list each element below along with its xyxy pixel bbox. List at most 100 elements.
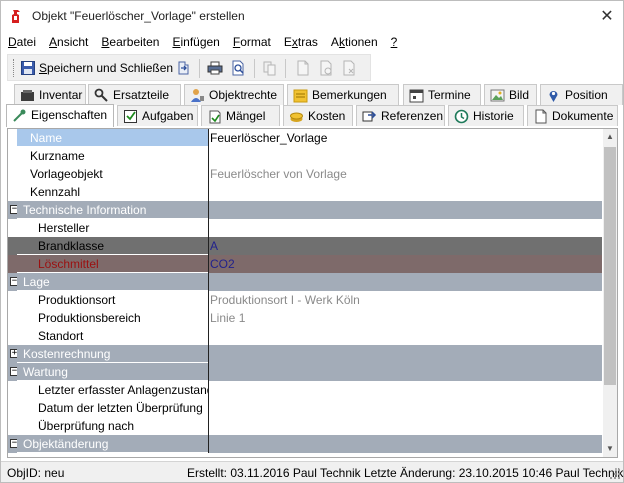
column-divider[interactable] [208, 165, 209, 183]
property-row-standort[interactable]: Standort [8, 327, 602, 345]
toolbar-grip[interactable] [13, 59, 16, 77]
menu-extras[interactable]: Extras [284, 35, 318, 49]
column-divider[interactable] [208, 129, 209, 147]
property-row-vorlageobjekt[interactable]: Vorlageobjekt Feuerlöscher von Vorlage [8, 165, 602, 183]
property-name: Letzter erfasster Anlagenzustand [17, 381, 208, 399]
column-divider[interactable] [208, 363, 209, 381]
tab-row-1: Inventar Ersatzteile Objektrechte Bemerkung… [1, 84, 623, 105]
property-value[interactable]: Feuerlöscher_Vorlage [209, 129, 602, 147]
tab-aufgaben[interactable]: Aufgaben [117, 105, 198, 126]
vertical-scrollbar[interactable]: ▲ ▼ [603, 129, 617, 457]
menu-format[interactable]: Format [233, 35, 271, 49]
property-row-datum-der-letzten-uberprufung[interactable]: Datum der letzten Überprüfung [8, 399, 602, 417]
tab-eigenschaften[interactable]: Eigenschaften [6, 104, 114, 127]
tab-bild[interactable]: Bild [484, 84, 537, 105]
scroll-down-arrow-icon[interactable]: ▼ [603, 441, 617, 457]
property-value[interactable] [209, 417, 602, 435]
column-divider[interactable] [208, 309, 209, 327]
column-divider[interactable] [208, 237, 209, 255]
tab-referenzen[interactable]: Referenzen [356, 105, 445, 126]
property-row-brandklasse[interactable]: Brandklasse A [8, 237, 602, 255]
category-row-kostenrechnung[interactable]: + Kostenrechnung [8, 345, 602, 363]
new-disabled-icon[interactable] [295, 60, 311, 76]
print-preview-icon[interactable] [230, 60, 246, 76]
category-value-cell [209, 363, 602, 381]
save-and-close-label: peichern und Schließen [47, 61, 174, 75]
tab-label: Dokumente [552, 109, 614, 123]
copy-disabled-icon[interactable] [262, 60, 278, 76]
column-divider[interactable] [208, 219, 209, 237]
column-divider[interactable] [208, 435, 209, 453]
property-value[interactable] [209, 399, 602, 417]
tab-inventar[interactable]: Inventar [14, 84, 86, 105]
property-row-loschmittel[interactable]: Löschmittel CO2 [8, 255, 602, 273]
property-value[interactable]: Linie 1 [209, 309, 602, 327]
column-divider[interactable] [208, 255, 209, 273]
properties-icon [13, 109, 26, 122]
category-row-wartung[interactable]: − Wartung [8, 363, 602, 381]
column-divider[interactable] [208, 399, 209, 417]
column-divider[interactable] [208, 381, 209, 399]
tab-mangel[interactable]: Mängel [201, 105, 280, 126]
category-row-lage[interactable]: − Lage [8, 273, 602, 291]
resize-grip-icon[interactable] [609, 468, 621, 480]
tab-historie[interactable]: Historie [448, 105, 524, 126]
tab-termine[interactable]: Termine [403, 84, 481, 105]
scroll-thumb[interactable] [604, 147, 616, 385]
menu-help[interactable]: ? [391, 35, 398, 49]
document-icon [535, 109, 547, 124]
column-divider[interactable] [208, 201, 209, 219]
tab-objektrechte[interactable]: Objektrechte [184, 84, 284, 105]
property-row-kennzahl[interactable]: Kennzahl [8, 183, 602, 201]
column-divider[interactable] [208, 417, 209, 435]
property-value[interactable] [209, 219, 602, 237]
property-row-hersteller[interactable]: Hersteller [8, 219, 602, 237]
tab-label: Kosten [308, 109, 346, 123]
menu-ansicht[interactable]: Ansicht [49, 35, 88, 49]
scroll-up-arrow-icon[interactable]: ▲ [603, 129, 617, 145]
property-value[interactable] [209, 147, 602, 165]
column-divider[interactable] [208, 273, 209, 291]
property-row-uberprufung-nach[interactable]: Überprüfung nach [8, 417, 602, 435]
export-icon[interactable] [176, 60, 192, 76]
property-value[interactable] [209, 327, 602, 345]
close-icon[interactable]: ✕ [595, 7, 619, 27]
property-value[interactable]: Produktionsort I - Werk Köln [209, 291, 602, 309]
menu-aktionen[interactable]: Aktionen [331, 35, 378, 49]
property-row-produktionsbereich[interactable]: Produktionsbereich Linie 1 [8, 309, 602, 327]
print-icon[interactable] [207, 60, 223, 76]
property-row-name[interactable]: Name Feuerlöscher_Vorlage [8, 129, 602, 147]
tab-bemerkungen[interactable]: Bemerkungen [287, 84, 399, 105]
tab-position[interactable]: Position [540, 84, 623, 105]
property-value[interactable]: Feuerlöscher von Vorlage [209, 165, 602, 183]
property-value[interactable] [209, 183, 602, 201]
category-row-objektanderung[interactable]: − Objektänderung [8, 435, 602, 453]
category-row-technische-information[interactable]: − Technische Information [8, 201, 602, 219]
menu-datei[interactable]: Datei [8, 35, 36, 49]
property-row-produktionsort[interactable]: Produktionsort Produktionsort I - Werk Kö… [8, 291, 602, 309]
tab-label: Inventar [39, 88, 83, 102]
column-divider[interactable] [208, 147, 209, 165]
change-info-status: Erstellt: 03.11.2016 Paul Technik Letzte… [187, 466, 624, 480]
property-row-kurzname[interactable]: Kurzname [8, 147, 602, 165]
column-divider[interactable] [208, 183, 209, 201]
delete-disabled-icon[interactable] [341, 60, 357, 76]
property-value[interactable]: CO2 [209, 255, 602, 273]
column-divider[interactable] [208, 345, 209, 363]
tab-label: Bemerkungen [312, 88, 387, 102]
property-row-letzter-erfasster-anlagenzustand[interactable]: Letzter erfasster Anlagenzustand [8, 381, 602, 399]
column-divider[interactable] [208, 327, 209, 345]
tab-dokumente[interactable]: Dokumente [527, 105, 618, 126]
tab-ersatzteile[interactable]: Ersatzteile [88, 84, 181, 105]
row-gutter [8, 327, 17, 345]
tab-kosten[interactable]: Kosten [283, 105, 353, 126]
save-and-close-button[interactable]: Speichern und Schließen [39, 61, 173, 75]
menu-einfugen[interactable]: Einfügen [172, 35, 219, 49]
window-title: Objekt "Feuerlöscher_Vorlage" erstellen [32, 9, 245, 23]
column-divider[interactable] [208, 291, 209, 309]
save-disk-icon[interactable] [21, 61, 35, 75]
refresh-disabled-icon[interactable] [318, 60, 334, 76]
menu-bearbeiten[interactable]: Bearbeiten [101, 35, 159, 49]
property-value[interactable]: A [209, 237, 602, 255]
property-value[interactable] [209, 381, 602, 399]
